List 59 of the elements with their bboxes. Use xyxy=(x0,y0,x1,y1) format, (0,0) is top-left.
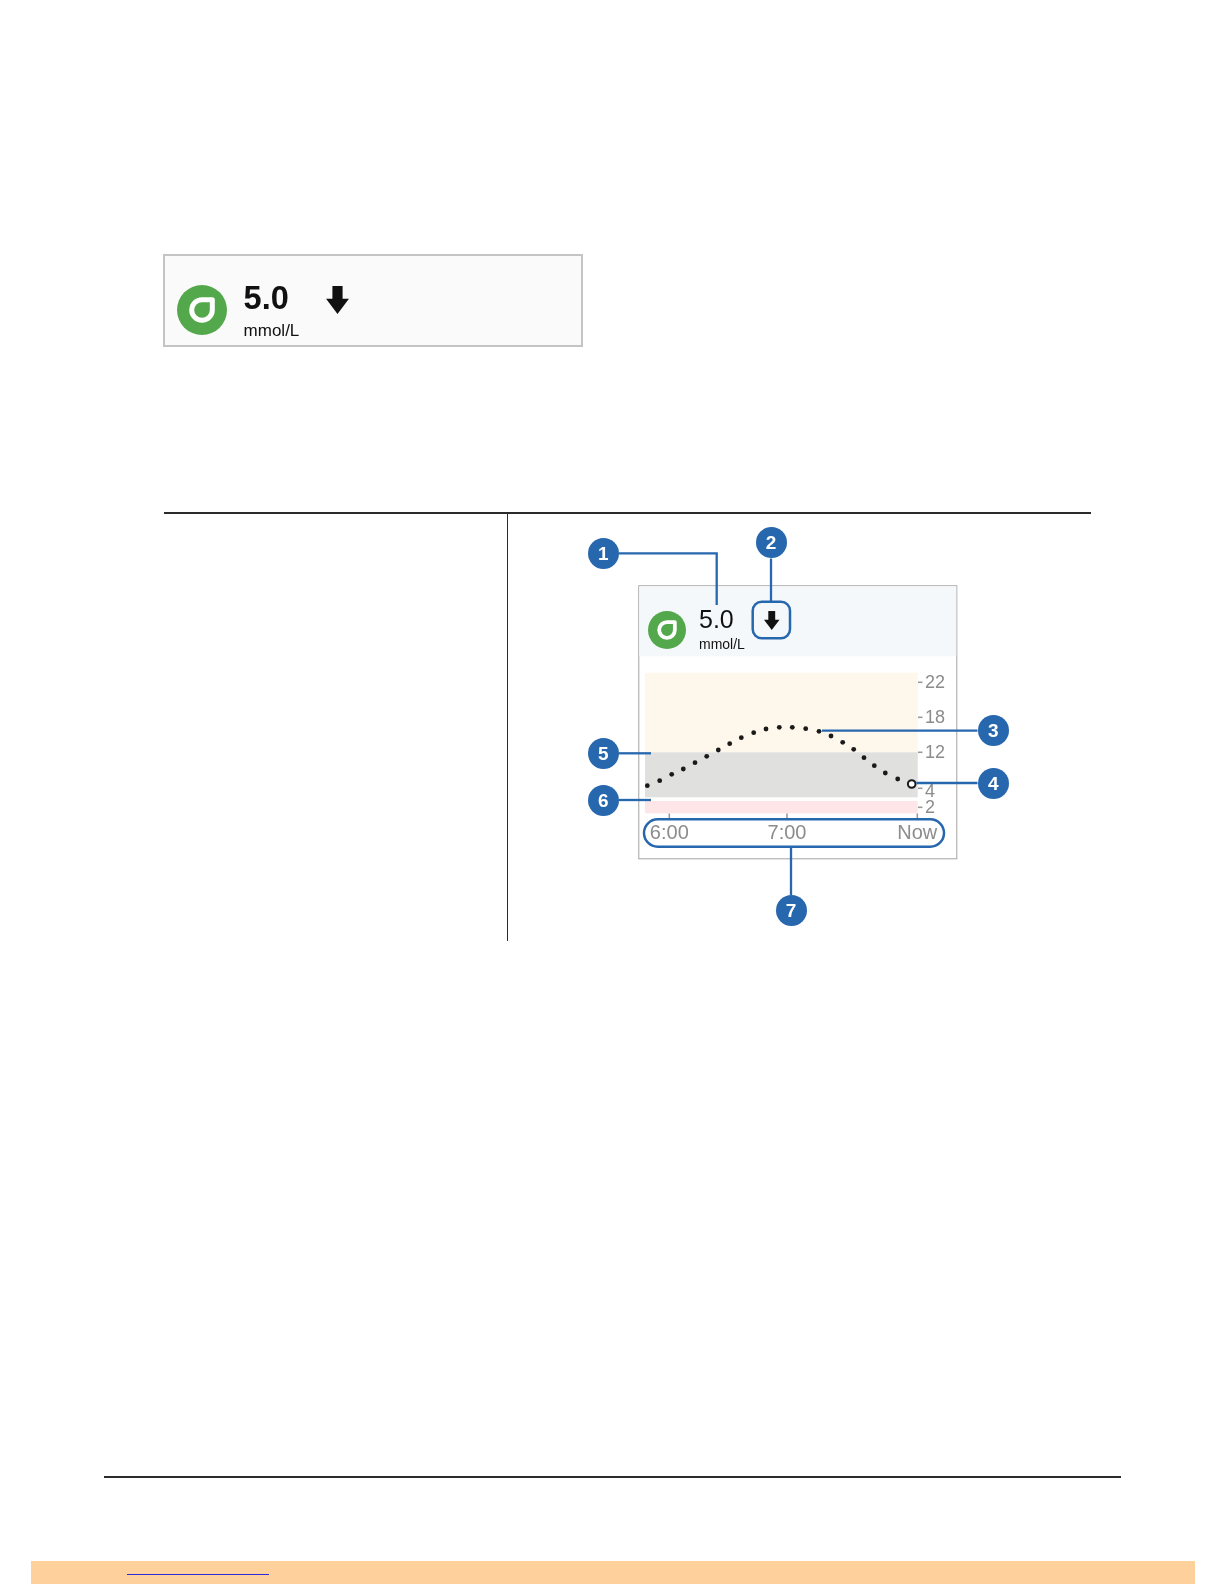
data-point xyxy=(763,726,769,732)
callout-number: 3 xyxy=(977,715,1009,747)
data-point xyxy=(851,746,857,752)
data-point xyxy=(895,776,901,782)
data-point xyxy=(751,730,757,736)
tick-mark xyxy=(917,681,924,684)
data-point xyxy=(789,724,795,730)
unit-label: mmol/L xyxy=(699,637,745,651)
callout-number: 5 xyxy=(587,737,619,769)
y-axis-label: 12 xyxy=(925,745,946,759)
down-arrow-icon xyxy=(764,610,780,630)
leader-line xyxy=(789,846,793,895)
callout-number: 1 xyxy=(587,537,619,569)
status-ring-icon xyxy=(177,285,227,335)
down-arrow-icon xyxy=(325,286,349,314)
data-point xyxy=(692,760,698,766)
data-point xyxy=(657,778,663,784)
y-axis-label: 4 xyxy=(925,785,935,798)
data-point xyxy=(882,770,888,776)
tick-mark xyxy=(917,716,924,719)
data-point xyxy=(828,733,834,739)
data-point xyxy=(776,724,782,730)
status-ring-icon xyxy=(647,611,686,649)
highlight-frame xyxy=(751,600,792,640)
callout-number: 2 xyxy=(755,527,787,559)
data-point xyxy=(715,747,721,753)
data-point xyxy=(840,739,846,745)
callout-number: 7 xyxy=(775,895,807,927)
tick-mark xyxy=(786,812,788,820)
tick-mark xyxy=(917,787,924,790)
y-axis-label: 2 xyxy=(925,800,935,814)
tick-mark xyxy=(668,812,671,820)
x-axis-label: 6:00 xyxy=(649,822,689,842)
y-axis-label: 18 xyxy=(925,710,946,724)
leader-line xyxy=(916,781,978,785)
data-point xyxy=(669,771,675,777)
callout-number: 6 xyxy=(587,784,619,816)
data-point xyxy=(727,741,733,747)
data-point xyxy=(871,763,877,769)
data-point xyxy=(704,753,710,759)
y-axis-label: 22 xyxy=(925,675,946,689)
tick-mark xyxy=(917,751,924,754)
data-point xyxy=(861,755,867,761)
data-point xyxy=(644,783,650,789)
leader-line xyxy=(619,752,651,755)
x-axis-label: 7:00 xyxy=(767,822,807,842)
current-reading-marker xyxy=(906,779,917,789)
glucose-value: 5.0 xyxy=(699,607,734,632)
data-point xyxy=(680,766,686,772)
unit-label: mmol/L xyxy=(243,322,300,339)
data-point xyxy=(803,726,809,732)
data-point xyxy=(738,735,744,741)
data-point xyxy=(816,728,822,734)
glucose-value: 5.0 xyxy=(243,282,289,315)
link-underline[interactable] xyxy=(127,1574,269,1575)
leader-line xyxy=(769,558,773,602)
x-axis-label: Now xyxy=(897,822,938,842)
callout-number: 4 xyxy=(977,767,1009,799)
leader-line xyxy=(619,798,651,802)
